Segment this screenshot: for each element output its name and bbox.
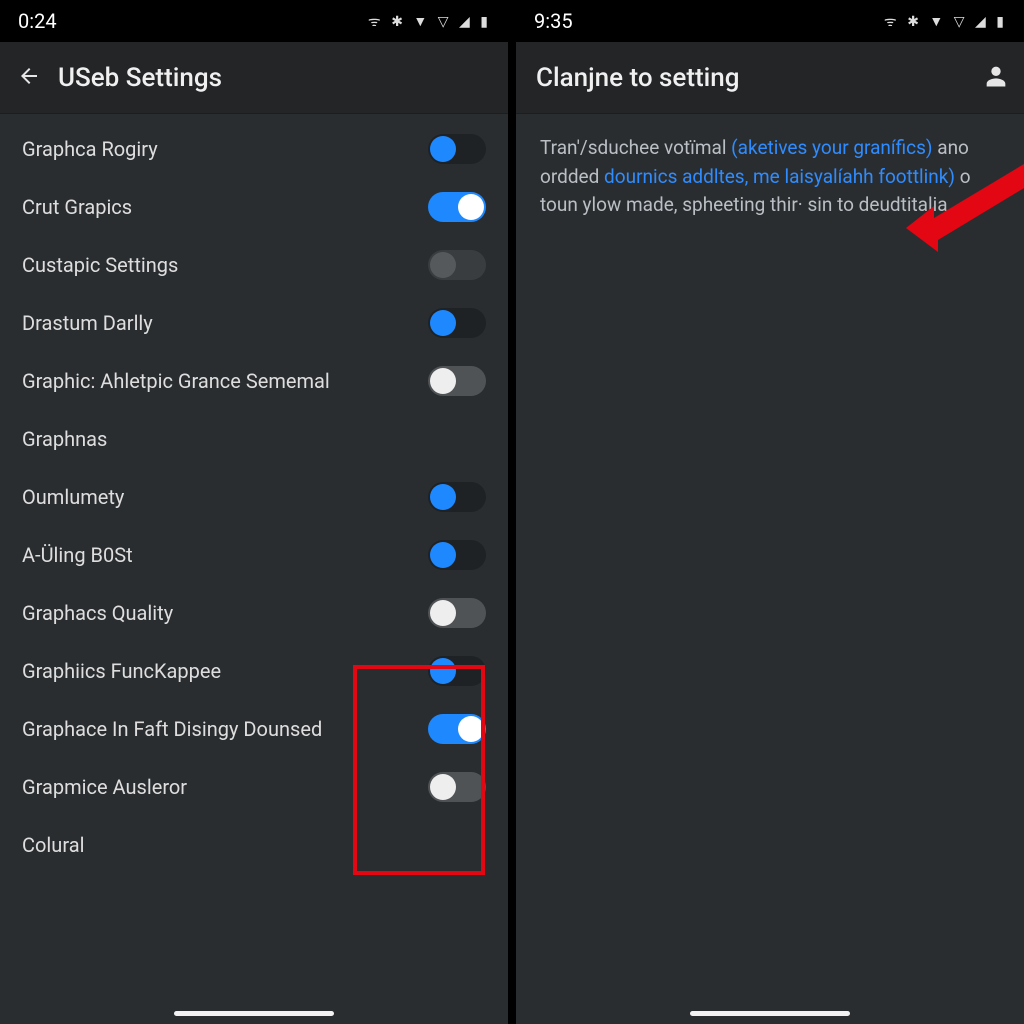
settings-list: Graphca Rogiry Crut Grapics Custapic Setti… bbox=[0, 114, 508, 874]
bluetooth-off-icon: ✱ bbox=[907, 14, 921, 30]
page-title: Clanjne to setting bbox=[536, 63, 740, 93]
toggle-switch[interactable] bbox=[428, 192, 486, 222]
toggle-switch[interactable] bbox=[428, 540, 486, 570]
settings-row[interactable]: Graphacs Quality bbox=[0, 584, 508, 642]
settings-row-label: Graphnas bbox=[22, 427, 428, 452]
network-extra-icon: ᯤ bbox=[368, 14, 383, 30]
page-title: USeb Settings bbox=[58, 63, 222, 93]
toggle-switch[interactable] bbox=[428, 656, 486, 686]
settings-row-label: Graphacs Quality bbox=[22, 601, 428, 626]
settings-row-label: Crut Grapics bbox=[22, 195, 428, 220]
description-paragraph: Tran'/sduchee votïmal (aketives your gra… bbox=[516, 114, 1024, 220]
toggle-knob bbox=[430, 310, 456, 336]
home-indicator[interactable] bbox=[174, 1011, 334, 1016]
settings-row[interactable]: Graphace In Faft Disingy Dounsed bbox=[0, 700, 508, 758]
status-bar: 9:35 ᯤ ✱ ▼ ▽ ◢ ▮ bbox=[516, 0, 1024, 42]
toggle-switch[interactable] bbox=[428, 308, 486, 338]
status-icons: ᯤ ✱ ▼ ▽ ◢ ▮ bbox=[365, 12, 490, 31]
toggle-knob bbox=[458, 194, 484, 220]
settings-row[interactable]: Colural bbox=[0, 816, 508, 874]
settings-row-label: Graphace In Faft Disingy Dounsed bbox=[22, 717, 428, 742]
settings-row[interactable]: Custapic Settings bbox=[0, 236, 508, 294]
settings-row[interactable]: Graphca Rogiry bbox=[0, 120, 508, 178]
toggle-knob bbox=[430, 252, 456, 278]
settings-row-label: A-Üling B0St bbox=[22, 543, 428, 568]
toggle-switch[interactable] bbox=[428, 482, 486, 512]
settings-row-label: Oumlumety bbox=[22, 485, 428, 510]
toggle-knob bbox=[430, 658, 456, 684]
settings-row[interactable]: A-Üling B0St bbox=[0, 526, 508, 584]
left-phone: 0:24 ᯤ ✱ ▼ ▽ ◢ ▮ USeb Settings Graphca R… bbox=[0, 0, 508, 1024]
description-link-1[interactable]: (aketives your granífics) bbox=[731, 136, 932, 159]
toggle-knob bbox=[430, 774, 456, 800]
screenshot-divider bbox=[508, 0, 516, 1024]
toggle-switch[interactable] bbox=[428, 134, 486, 164]
toggle-knob bbox=[458, 716, 484, 742]
wifi-icon: ▼ bbox=[413, 14, 429, 30]
toolbar: USeb Settings bbox=[0, 42, 508, 114]
signal-extra-icon: ▽ bbox=[438, 14, 451, 30]
toggle-switch[interactable] bbox=[428, 250, 486, 280]
right-phone: 9:35 ᯤ ✱ ▼ ▽ ◢ ▮ Clanjne to setting Tran… bbox=[516, 0, 1024, 1024]
toggle-switch[interactable] bbox=[428, 366, 486, 396]
settings-row[interactable]: Oumlumety bbox=[0, 468, 508, 526]
settings-row[interactable]: Graphnas bbox=[0, 410, 508, 468]
settings-row[interactable]: Drastum Darlly bbox=[0, 294, 508, 352]
home-indicator[interactable] bbox=[690, 1011, 850, 1016]
battery-icon: ▮ bbox=[480, 14, 490, 30]
toolbar: Clanjne to setting bbox=[516, 42, 1024, 114]
wifi-icon: ▼ bbox=[929, 14, 945, 30]
settings-row-label: Graphca Rogiry bbox=[22, 137, 428, 162]
settings-row-label: Custapic Settings bbox=[22, 253, 428, 278]
back-button[interactable] bbox=[14, 64, 44, 92]
settings-row-label: Graphiics FuncKappee bbox=[22, 659, 428, 684]
toggle-knob bbox=[430, 484, 456, 510]
signal-icon: ◢ bbox=[975, 14, 988, 30]
status-icons: ᯤ ✱ ▼ ▽ ◢ ▮ bbox=[881, 12, 1006, 31]
description-link-2[interactable]: dournics addltes, me laisyalíahh foottli… bbox=[604, 165, 955, 188]
settings-row[interactable]: Grapmice Ausleror bbox=[0, 758, 508, 816]
toggle-knob bbox=[430, 600, 456, 626]
settings-row[interactable]: Graphic: Ahletpic Grance Sememal bbox=[0, 352, 508, 410]
battery-icon: ▮ bbox=[996, 14, 1006, 30]
settings-row[interactable]: Crut Grapics bbox=[0, 178, 508, 236]
settings-row[interactable]: Graphiics FuncKappee bbox=[0, 642, 508, 700]
toggle-switch[interactable] bbox=[428, 772, 486, 802]
clock: 0:24 bbox=[18, 9, 57, 33]
settings-row-label: Grapmice Ausleror bbox=[22, 775, 428, 800]
person-icon bbox=[982, 62, 1010, 90]
toggle-knob bbox=[430, 368, 456, 394]
profile-button[interactable] bbox=[982, 62, 1010, 94]
toggle-knob bbox=[430, 136, 456, 162]
toggle-knob bbox=[430, 542, 456, 568]
clock: 9:35 bbox=[534, 9, 573, 33]
toggle-switch[interactable] bbox=[428, 714, 486, 744]
settings-row-label: Graphic: Ahletpic Grance Sememal bbox=[22, 369, 428, 394]
signal-extra-icon: ▽ bbox=[954, 14, 967, 30]
bluetooth-off-icon: ✱ bbox=[391, 14, 405, 30]
settings-row-label: Drastum Darlly bbox=[22, 311, 428, 336]
settings-row-label: Colural bbox=[22, 833, 428, 858]
description-text-1: Tran'/sduchee votïmal bbox=[540, 136, 731, 159]
status-bar: 0:24 ᯤ ✱ ▼ ▽ ◢ ▮ bbox=[0, 0, 508, 42]
arrow-left-icon bbox=[17, 64, 41, 88]
signal-icon: ◢ bbox=[459, 14, 472, 30]
network-extra-icon: ᯤ bbox=[884, 14, 899, 30]
toggle-switch[interactable] bbox=[428, 598, 486, 628]
